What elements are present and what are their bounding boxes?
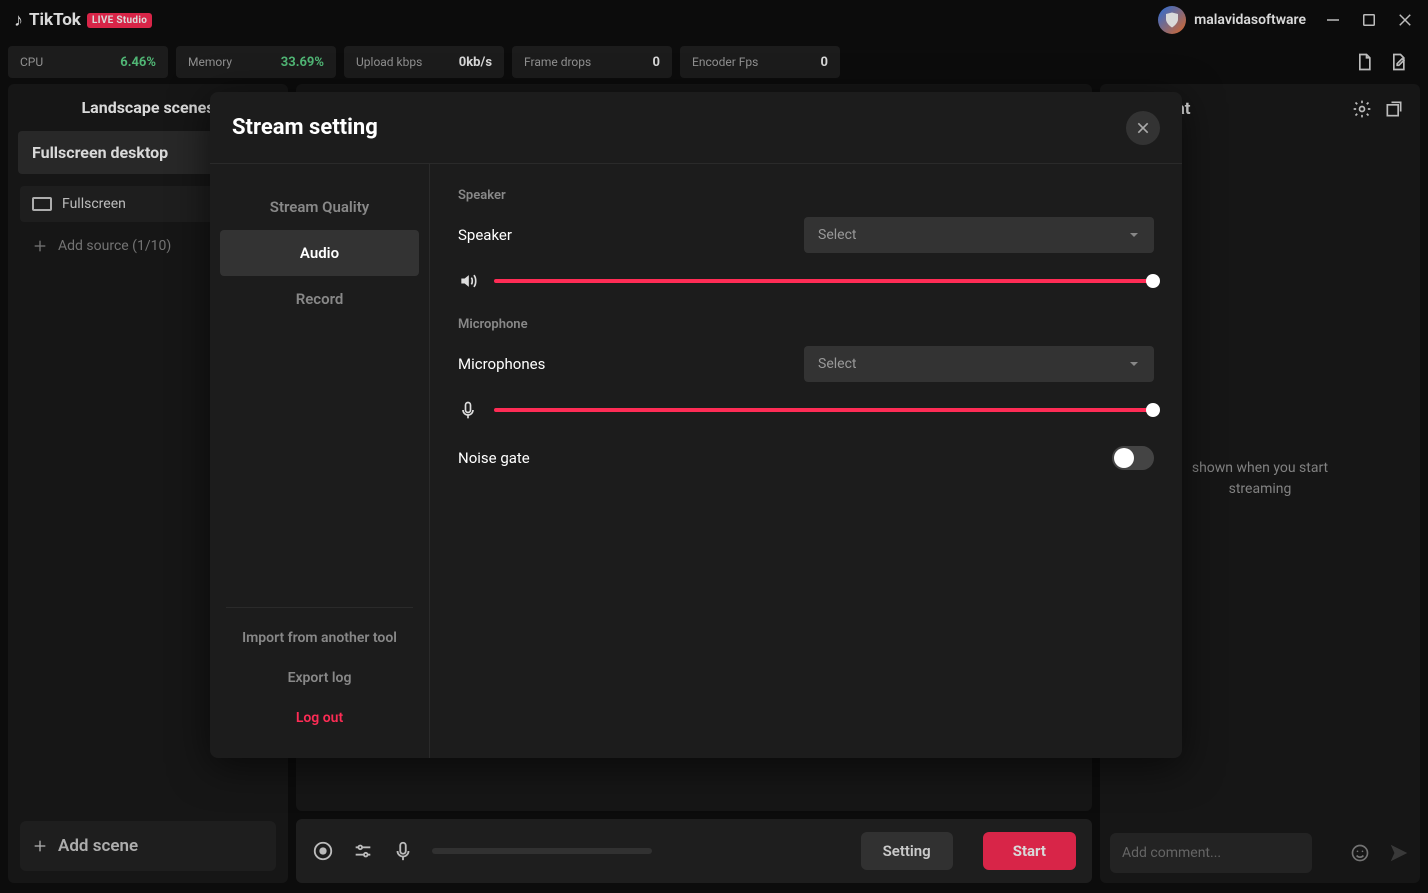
- tab-record[interactable]: Record: [220, 276, 419, 322]
- speaker-select[interactable]: Select: [804, 217, 1154, 253]
- divider: [226, 607, 413, 608]
- volume-icon[interactable]: [458, 271, 478, 291]
- noise-gate-label: Noise gate: [458, 449, 530, 467]
- speaker-section-label: Speaker: [458, 188, 1154, 203]
- modal-content-audio: Speaker Speaker Select Microphone Microp…: [430, 164, 1182, 758]
- noise-gate-row: Noise gate: [458, 446, 1154, 470]
- speaker-volume-row: [458, 271, 1154, 291]
- tab-audio[interactable]: Audio: [220, 230, 419, 276]
- mic-section-label: Microphone: [458, 317, 1154, 332]
- import-link[interactable]: Import from another tool: [220, 618, 419, 658]
- modal-sidebar: Stream Quality Audio Record Import from …: [210, 164, 430, 758]
- mic-select[interactable]: Select: [804, 346, 1154, 382]
- mic-label: Microphones: [458, 355, 545, 373]
- toggle-knob: [1114, 448, 1134, 468]
- modal-body: Stream Quality Audio Record Import from …: [210, 164, 1182, 758]
- mic-icon[interactable]: [458, 400, 478, 420]
- slider-thumb[interactable]: [1146, 403, 1160, 417]
- modal-title: Stream setting: [232, 115, 378, 140]
- select-value: Select: [818, 356, 856, 372]
- mic-row: Microphones Select: [458, 346, 1154, 382]
- chevron-down-icon: [1128, 229, 1140, 241]
- modal-header: Stream setting: [210, 92, 1182, 164]
- slider-thumb[interactable]: [1146, 274, 1160, 288]
- export-log-link[interactable]: Export log: [220, 658, 419, 698]
- mic-volume-slider[interactable]: [494, 408, 1154, 412]
- mic-volume-row: [458, 400, 1154, 420]
- speaker-volume-slider[interactable]: [494, 279, 1154, 283]
- select-value: Select: [818, 227, 856, 243]
- speaker-label: Speaker: [458, 226, 512, 244]
- speaker-row: Speaker Select: [458, 217, 1154, 253]
- stream-setting-modal: Stream setting Stream Quality Audio Reco…: [210, 92, 1182, 758]
- logout-link[interactable]: Log out: [220, 698, 419, 738]
- modal-close-button[interactable]: [1126, 111, 1160, 145]
- chevron-down-icon: [1128, 358, 1140, 370]
- tab-stream-quality[interactable]: Stream Quality: [220, 184, 419, 230]
- close-icon: [1135, 120, 1151, 136]
- noise-gate-toggle[interactable]: [1112, 446, 1154, 470]
